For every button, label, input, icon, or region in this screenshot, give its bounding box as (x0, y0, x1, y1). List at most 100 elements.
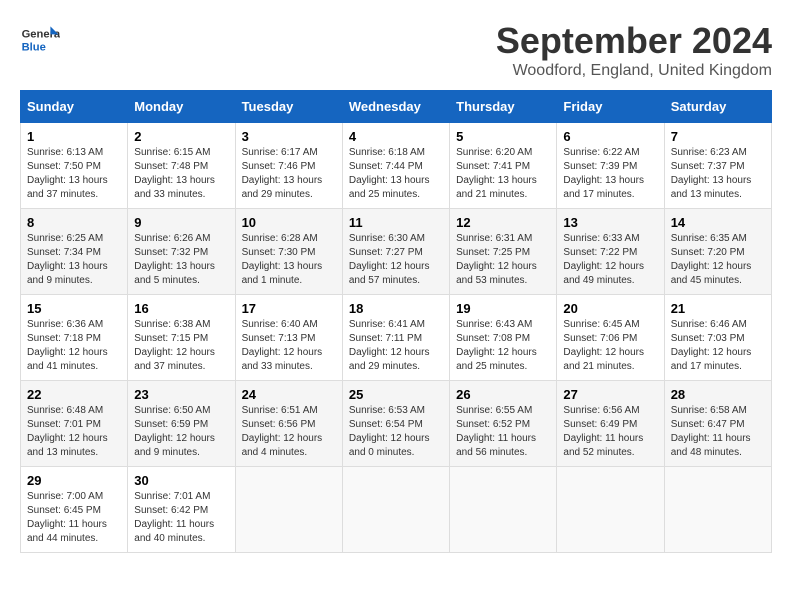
calendar-cell: 6 Sunrise: 6:22 AMSunset: 7:39 PMDayligh… (557, 123, 664, 209)
day-detail: Sunrise: 6:53 AMSunset: 6:54 PMDaylight:… (349, 405, 430, 458)
day-number: 13 (563, 215, 657, 230)
day-detail: Sunrise: 6:38 AMSunset: 7:15 PMDaylight:… (134, 319, 215, 372)
logo-icon: General Blue (20, 20, 60, 60)
calendar-cell (557, 467, 664, 553)
calendar-cell: 22 Sunrise: 6:48 AMSunset: 7:01 PMDaylig… (21, 381, 128, 467)
logo: General Blue (20, 20, 60, 60)
day-number: 1 (27, 129, 121, 144)
calendar-cell: 4 Sunrise: 6:18 AMSunset: 7:44 PMDayligh… (342, 123, 449, 209)
calendar-cell: 16 Sunrise: 6:38 AMSunset: 7:15 PMDaylig… (128, 295, 235, 381)
day-detail: Sunrise: 6:26 AMSunset: 7:32 PMDaylight:… (134, 233, 215, 286)
calendar-cell (342, 467, 449, 553)
calendar-cell: 3 Sunrise: 6:17 AMSunset: 7:46 PMDayligh… (235, 123, 342, 209)
calendar-week-row: 15 Sunrise: 6:36 AMSunset: 7:18 PMDaylig… (21, 295, 772, 381)
calendar-cell: 27 Sunrise: 6:56 AMSunset: 6:49 PMDaylig… (557, 381, 664, 467)
day-detail: Sunrise: 6:17 AMSunset: 7:46 PMDaylight:… (242, 147, 323, 200)
weekday-header: Monday (128, 91, 235, 123)
day-detail: Sunrise: 6:18 AMSunset: 7:44 PMDaylight:… (349, 147, 430, 200)
weekday-header: Tuesday (235, 91, 342, 123)
day-number: 17 (242, 301, 336, 316)
day-detail: Sunrise: 6:28 AMSunset: 7:30 PMDaylight:… (242, 233, 323, 286)
day-number: 10 (242, 215, 336, 230)
day-detail: Sunrise: 6:48 AMSunset: 7:01 PMDaylight:… (27, 405, 108, 458)
calendar-cell: 15 Sunrise: 6:36 AMSunset: 7:18 PMDaylig… (21, 295, 128, 381)
day-number: 2 (134, 129, 228, 144)
day-detail: Sunrise: 7:00 AMSunset: 6:45 PMDaylight:… (27, 491, 107, 544)
weekday-header: Thursday (450, 91, 557, 123)
day-number: 22 (27, 387, 121, 402)
day-detail: Sunrise: 7:01 AMSunset: 6:42 PMDaylight:… (134, 491, 214, 544)
calendar-cell (235, 467, 342, 553)
day-number: 26 (456, 387, 550, 402)
calendar-cell: 11 Sunrise: 6:30 AMSunset: 7:27 PMDaylig… (342, 209, 449, 295)
day-detail: Sunrise: 6:58 AMSunset: 6:47 PMDaylight:… (671, 405, 751, 458)
calendar-cell: 14 Sunrise: 6:35 AMSunset: 7:20 PMDaylig… (664, 209, 771, 295)
calendar-cell: 1 Sunrise: 6:13 AMSunset: 7:50 PMDayligh… (21, 123, 128, 209)
calendar-cell: 2 Sunrise: 6:15 AMSunset: 7:48 PMDayligh… (128, 123, 235, 209)
day-detail: Sunrise: 6:56 AMSunset: 6:49 PMDaylight:… (563, 405, 643, 458)
day-number: 16 (134, 301, 228, 316)
calendar-table: SundayMondayTuesdayWednesdayThursdayFrid… (20, 90, 772, 553)
day-number: 6 (563, 129, 657, 144)
header: General Blue September 2024 Woodford, En… (20, 20, 772, 80)
day-detail: Sunrise: 6:31 AMSunset: 7:25 PMDaylight:… (456, 233, 537, 286)
day-detail: Sunrise: 6:30 AMSunset: 7:27 PMDaylight:… (349, 233, 430, 286)
day-number: 28 (671, 387, 765, 402)
calendar-cell: 13 Sunrise: 6:33 AMSunset: 7:22 PMDaylig… (557, 209, 664, 295)
calendar-cell: 5 Sunrise: 6:20 AMSunset: 7:41 PMDayligh… (450, 123, 557, 209)
day-detail: Sunrise: 6:33 AMSunset: 7:22 PMDaylight:… (563, 233, 644, 286)
day-number: 5 (456, 129, 550, 144)
calendar-cell: 10 Sunrise: 6:28 AMSunset: 7:30 PMDaylig… (235, 209, 342, 295)
location-title: Woodford, England, United Kingdom (496, 62, 772, 80)
day-number: 8 (27, 215, 121, 230)
calendar-cell (664, 467, 771, 553)
day-number: 18 (349, 301, 443, 316)
day-number: 7 (671, 129, 765, 144)
day-detail: Sunrise: 6:13 AMSunset: 7:50 PMDaylight:… (27, 147, 108, 200)
calendar-cell: 19 Sunrise: 6:43 AMSunset: 7:08 PMDaylig… (450, 295, 557, 381)
calendar-cell: 26 Sunrise: 6:55 AMSunset: 6:52 PMDaylig… (450, 381, 557, 467)
day-number: 11 (349, 215, 443, 230)
calendar-cell: 7 Sunrise: 6:23 AMSunset: 7:37 PMDayligh… (664, 123, 771, 209)
calendar-cell: 17 Sunrise: 6:40 AMSunset: 7:13 PMDaylig… (235, 295, 342, 381)
month-title: September 2024 (496, 20, 772, 62)
day-detail: Sunrise: 6:50 AMSunset: 6:59 PMDaylight:… (134, 405, 215, 458)
day-number: 27 (563, 387, 657, 402)
day-detail: Sunrise: 6:23 AMSunset: 7:37 PMDaylight:… (671, 147, 752, 200)
calendar-cell: 30 Sunrise: 7:01 AMSunset: 6:42 PMDaylig… (128, 467, 235, 553)
day-detail: Sunrise: 6:20 AMSunset: 7:41 PMDaylight:… (456, 147, 537, 200)
calendar-cell (450, 467, 557, 553)
weekday-header: Wednesday (342, 91, 449, 123)
day-number: 4 (349, 129, 443, 144)
calendar-cell: 28 Sunrise: 6:58 AMSunset: 6:47 PMDaylig… (664, 381, 771, 467)
weekday-header: Saturday (664, 91, 771, 123)
weekday-header-row: SundayMondayTuesdayWednesdayThursdayFrid… (21, 91, 772, 123)
day-number: 25 (349, 387, 443, 402)
day-detail: Sunrise: 6:15 AMSunset: 7:48 PMDaylight:… (134, 147, 215, 200)
day-detail: Sunrise: 6:35 AMSunset: 7:20 PMDaylight:… (671, 233, 752, 286)
svg-text:Blue: Blue (22, 41, 46, 53)
day-number: 30 (134, 473, 228, 488)
day-number: 20 (563, 301, 657, 316)
day-number: 24 (242, 387, 336, 402)
calendar-cell: 18 Sunrise: 6:41 AMSunset: 7:11 PMDaylig… (342, 295, 449, 381)
day-number: 3 (242, 129, 336, 144)
day-detail: Sunrise: 6:41 AMSunset: 7:11 PMDaylight:… (349, 319, 430, 372)
day-detail: Sunrise: 6:51 AMSunset: 6:56 PMDaylight:… (242, 405, 323, 458)
day-number: 9 (134, 215, 228, 230)
day-detail: Sunrise: 6:22 AMSunset: 7:39 PMDaylight:… (563, 147, 644, 200)
day-detail: Sunrise: 6:36 AMSunset: 7:18 PMDaylight:… (27, 319, 108, 372)
calendar-cell: 25 Sunrise: 6:53 AMSunset: 6:54 PMDaylig… (342, 381, 449, 467)
calendar-cell: 9 Sunrise: 6:26 AMSunset: 7:32 PMDayligh… (128, 209, 235, 295)
weekday-header: Sunday (21, 91, 128, 123)
day-detail: Sunrise: 6:40 AMSunset: 7:13 PMDaylight:… (242, 319, 323, 372)
calendar-cell: 8 Sunrise: 6:25 AMSunset: 7:34 PMDayligh… (21, 209, 128, 295)
day-detail: Sunrise: 6:55 AMSunset: 6:52 PMDaylight:… (456, 405, 536, 458)
calendar-week-row: 8 Sunrise: 6:25 AMSunset: 7:34 PMDayligh… (21, 209, 772, 295)
title-area: September 2024 Woodford, England, United… (496, 20, 772, 80)
day-number: 14 (671, 215, 765, 230)
day-detail: Sunrise: 6:45 AMSunset: 7:06 PMDaylight:… (563, 319, 644, 372)
calendar-week-row: 22 Sunrise: 6:48 AMSunset: 7:01 PMDaylig… (21, 381, 772, 467)
calendar-week-row: 29 Sunrise: 7:00 AMSunset: 6:45 PMDaylig… (21, 467, 772, 553)
calendar-cell: 12 Sunrise: 6:31 AMSunset: 7:25 PMDaylig… (450, 209, 557, 295)
